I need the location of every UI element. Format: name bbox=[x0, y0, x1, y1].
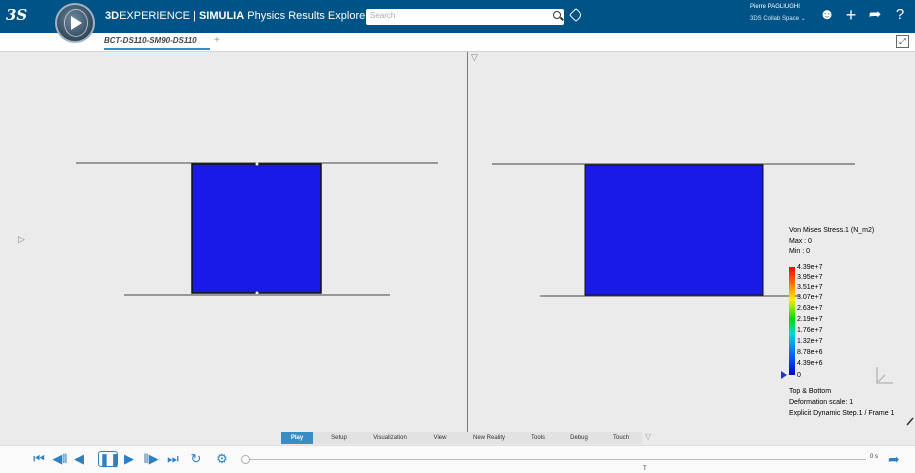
export-icon[interactable]: ➦ bbox=[888, 451, 904, 467]
tag-icon[interactable] bbox=[568, 7, 584, 23]
tab-bct[interactable]: BCT-DS110-SM90-DS110 bbox=[104, 36, 197, 45]
3d-viewport[interactable] bbox=[0, 52, 915, 447]
chevron-down-icon[interactable]: ▽ bbox=[471, 52, 478, 63]
legend-value: 2.19e+7 bbox=[797, 316, 823, 323]
user-icon[interactable]: ☻ bbox=[818, 7, 836, 23]
timeline-slider-handle[interactable] bbox=[241, 455, 250, 464]
brand-logo: 3S bbox=[6, 6, 28, 24]
collab-space-label: 3DS Collab Space bbox=[750, 16, 800, 22]
compass-play-icon bbox=[71, 16, 82, 30]
legend-value: 1.76e+7 bbox=[797, 327, 823, 334]
tab-touch[interactable]: Touch bbox=[603, 432, 639, 444]
chevron-down-icon[interactable]: ▽ bbox=[645, 432, 651, 441]
node-marker-top bbox=[255, 162, 259, 166]
tab-active-underline bbox=[104, 48, 210, 50]
app-title-app: Physics Results Explorer bbox=[244, 10, 369, 22]
tab-tools[interactable]: Tools bbox=[521, 432, 555, 444]
gear-icon[interactable]: ⚙ bbox=[214, 451, 230, 467]
legend-footer-step: Explicit Dynamic Step.1 / Frame 1 bbox=[789, 410, 895, 417]
pause-icon[interactable]: ❚❚ bbox=[98, 451, 121, 467]
legend-value: 0 bbox=[797, 372, 801, 379]
tab-setup[interactable]: Setup bbox=[321, 432, 357, 444]
app-title-simulia: SIMULIA bbox=[198, 10, 245, 22]
legend-footer-surface: Top & Bottom bbox=[789, 388, 832, 395]
node-marker-bottom bbox=[255, 291, 259, 295]
chevron-right-icon[interactable]: ▷ bbox=[18, 234, 25, 245]
play-reverse-icon[interactable]: ◀ bbox=[73, 451, 85, 467]
tab-view[interactable]: View bbox=[424, 432, 456, 444]
search-input[interactable]: Search bbox=[366, 9, 564, 25]
help-icon[interactable]: ? bbox=[891, 7, 909, 23]
legend-marker-icon[interactable] bbox=[781, 371, 787, 379]
timeline-cursor: T bbox=[643, 466, 647, 472]
legend-value: 4.39e+7 bbox=[797, 264, 823, 271]
tab-new-reality[interactable]: New Reality bbox=[463, 432, 515, 444]
tab-visualization[interactable]: Visualization bbox=[361, 432, 419, 444]
app-title: 3DEXPERIENCE | SIMULIA Physics Results E… bbox=[105, 10, 369, 22]
search-icon[interactable] bbox=[553, 11, 561, 19]
share-icon[interactable]: ➦ bbox=[866, 7, 884, 23]
legend-value: 4.39e+6 bbox=[797, 360, 823, 367]
step-forward-icon[interactable]: ‖▶ bbox=[142, 451, 160, 467]
legend-value: 3.51e+7 bbox=[797, 284, 823, 291]
add-tab-button[interactable]: + bbox=[214, 35, 220, 46]
expand-icon[interactable]: ⤢ bbox=[896, 35, 909, 48]
legend-color-bar bbox=[789, 267, 795, 375]
search-placeholder: Search bbox=[370, 11, 396, 20]
axis-triad-icon[interactable] bbox=[873, 365, 895, 387]
time-label: 0 s bbox=[870, 454, 879, 460]
specimen-left[interactable] bbox=[191, 163, 322, 294]
collab-space-selector[interactable]: 3DS Collab Space ⌄ bbox=[750, 15, 806, 22]
compass-button[interactable] bbox=[55, 3, 95, 43]
player-bar: ⏮ ◀‖ ◀ ❚❚ ▶ ‖▶ ⏭ ↻ ⚙ T 0 s ➦ bbox=[0, 445, 915, 473]
legend-title: Von Mises Stress.1 (N_m2) bbox=[789, 227, 875, 234]
play-icon[interactable]: ▶ bbox=[123, 451, 135, 467]
legend-value: 1.32e+7 bbox=[797, 338, 823, 345]
top-bar: 3S 3DEXPERIENCE | SIMULIA Physics Result… bbox=[0, 0, 915, 33]
legend-value: 3.07e+7 bbox=[797, 294, 823, 301]
add-icon[interactable]: + bbox=[842, 6, 860, 24]
app-title-brand: EXPERIENCE | bbox=[119, 10, 199, 22]
timeline-track[interactable] bbox=[248, 459, 866, 460]
tab-play[interactable]: Play bbox=[281, 432, 313, 444]
app-title-prefix: 3D bbox=[105, 10, 120, 22]
legend-value: 2.63e+7 bbox=[797, 305, 823, 312]
step-back-icon[interactable]: ◀‖ bbox=[52, 451, 68, 467]
specimen-right[interactable] bbox=[584, 164, 764, 296]
command-tabs: Play Setup Visualization View New Realit… bbox=[281, 432, 642, 444]
tab-bar: BCT-DS110-SM90-DS110 + ⤢ bbox=[0, 33, 915, 52]
legend-max: Max : 0 bbox=[789, 238, 812, 245]
resize-corner-icon[interactable] bbox=[906, 416, 914, 426]
legend-value: 8.78e+6 bbox=[797, 349, 823, 356]
user-name[interactable]: Pierre PAGLIUGHI bbox=[750, 4, 800, 10]
loop-icon[interactable]: ↻ bbox=[189, 451, 203, 467]
legend-min: Min : 0 bbox=[789, 248, 811, 255]
last-frame-icon[interactable]: ⏭ bbox=[164, 451, 182, 467]
viewport-divider[interactable] bbox=[467, 52, 468, 432]
legend-value: 3.95e+7 bbox=[797, 274, 823, 281]
legend-footer-deformation: Deformation scale: 1 bbox=[789, 399, 854, 406]
tab-debug[interactable]: Debug bbox=[561, 432, 597, 444]
first-frame-icon[interactable]: ⏮ bbox=[30, 451, 48, 467]
